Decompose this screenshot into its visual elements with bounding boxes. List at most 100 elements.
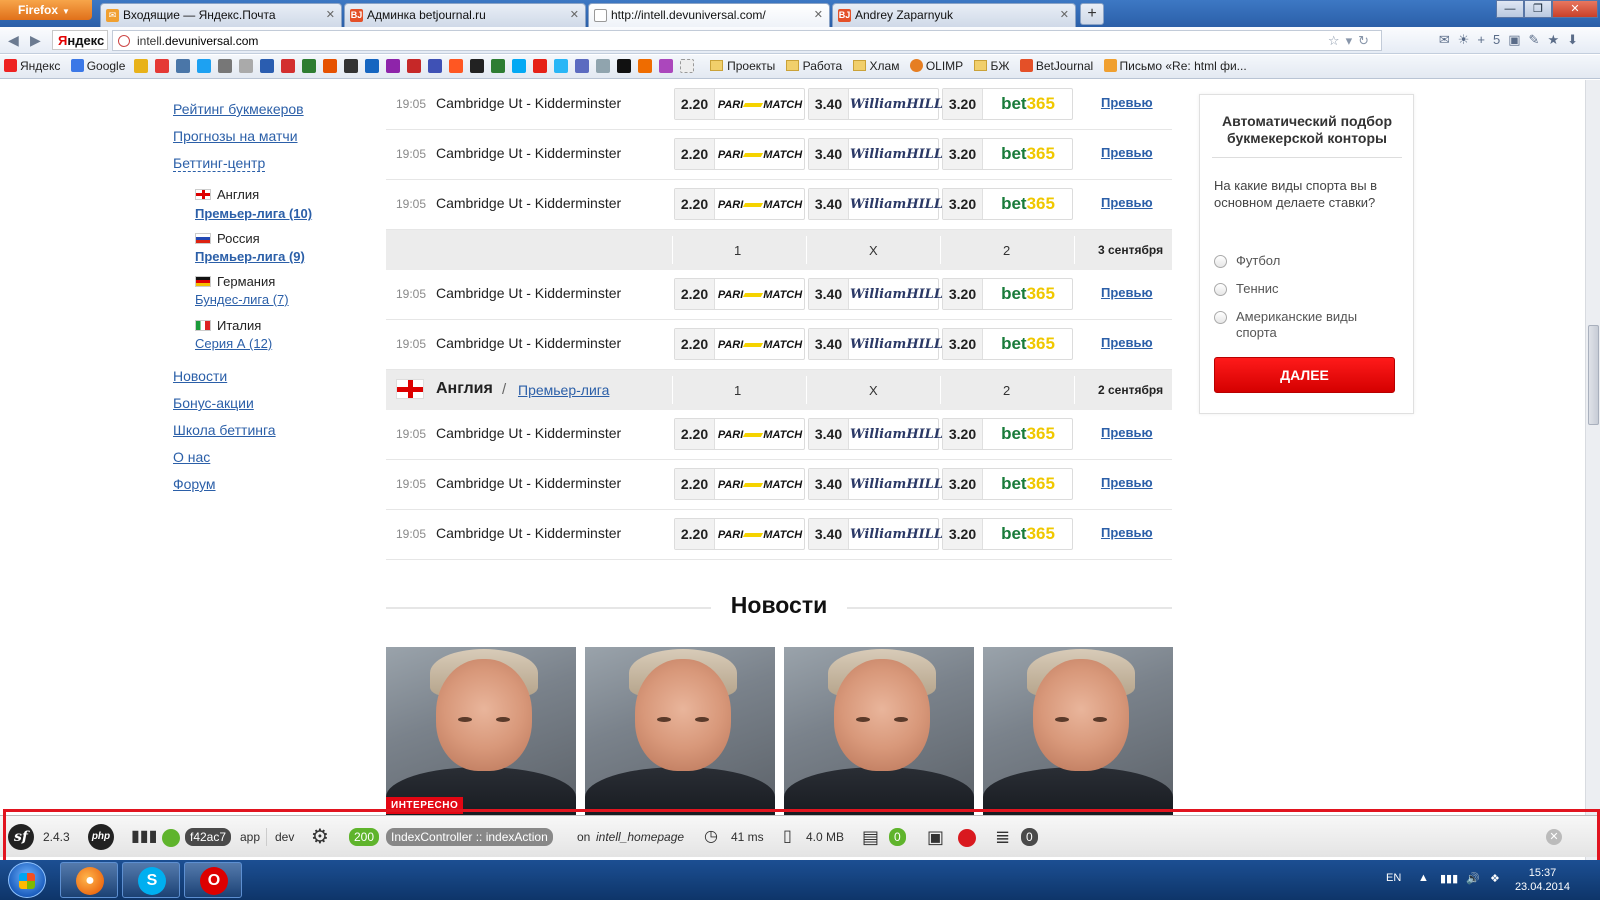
match-teams[interactable]: Cambridge Ut - Kidderminster [436,425,621,441]
vk-icon[interactable] [175,59,190,73]
window-close-button[interactable]: ✕ [1552,0,1598,18]
controller-badge[interactable]: IndexController :: indexAction [386,827,553,847]
preview-link[interactable]: Превью [1101,145,1153,160]
language-indicator[interactable]: EN [1386,872,1401,884]
bookmark-icon[interactable] [448,59,463,73]
match-teams[interactable]: Cambridge Ut - Kidderminster [436,285,621,301]
match-teams[interactable]: Cambridge Ut - Kidderminster [436,95,621,111]
bookmark-icon[interactable] [637,59,652,73]
config-icon[interactable]: ▮▮▮ [131,827,157,847]
taskbar-firefox[interactable]: ● [60,862,118,898]
gear-icon[interactable]: ⚙ [311,827,329,847]
page-scrollbar[interactable] [1585,80,1600,860]
nav-bonus[interactable]: Бонус-акции [173,395,254,411]
nav-bookmaker-rating[interactable]: Рейтинг букмекеров [173,101,304,117]
odds-button[interactable]: 3.40 WilliamHILL [808,188,943,220]
live-icon[interactable] [280,59,295,73]
nav-forum[interactable]: Форум [173,476,216,492]
bookmark-icon[interactable] [469,59,484,73]
odds-button[interactable]: 3.20 bet365 [942,188,1073,220]
mail-icon[interactable]: ✉ [1439,32,1458,47]
bookmark-folder-projects[interactable]: Проекты [710,59,775,73]
match-teams[interactable]: Cambridge Ut - Kidderminster [436,525,621,541]
reload-icon[interactable]: ↻ [1358,33,1375,48]
odds-button[interactable]: 2.20 PARI MATCH [674,328,805,360]
timer-icon[interactable]: ◷ [704,827,718,847]
download-icon[interactable]: ⬇ [1567,32,1586,47]
tab-mail[interactable]: ✉ Входящие — Яндекс.Почта ✕ [100,3,342,27]
close-icon[interactable]: ✕ [1060,8,1069,21]
odds-button[interactable]: 2.20 PARI MATCH [674,88,805,120]
odds-button[interactable]: 2.20 PARI MATCH [674,188,805,220]
odds-button[interactable]: 3.20 bet365 [942,418,1073,450]
bookmark-betjournal[interactable]: BetJournal [1019,59,1093,73]
odds-button[interactable]: 3.20 bet365 [942,278,1073,310]
dropdown-icon[interactable]: ▾ [1346,33,1359,48]
logs-icon[interactable]: ▤ [862,827,879,847]
forward-icon[interactable]: ▶ [30,32,41,49]
odds-button[interactable]: 2.20 PARI MATCH [674,138,805,170]
odds-button[interactable]: 2.20 PARI MATCH [674,278,805,310]
news-card-image[interactable] [784,647,974,815]
symfony-logo-icon[interactable]: sf [8,824,34,850]
news-card-image[interactable] [983,647,1173,815]
bookmark-icon[interactable] [511,59,526,73]
bookmark-icon[interactable] [154,59,169,73]
league-link-germany[interactable]: Бундес-лига (7) [195,292,289,307]
bookmark-icon[interactable] [427,59,442,73]
status-code-badge[interactable]: 200 [349,827,380,847]
league-link-russia[interactable]: Премьер-лига (9) [195,249,305,264]
star-icon[interactable]: ☆ [1328,33,1346,48]
bookmark-icon[interactable] [364,59,379,73]
odds-button[interactable]: 3.40 WilliamHILL [808,88,943,120]
firefox-menu-button[interactable]: Firefox ▼ [0,0,92,20]
minimize-button[interactable]: — [1496,0,1524,18]
bookmark-folder-work[interactable]: Работа [785,59,842,73]
tab-zaparnyuk[interactable]: BJ Andrey Zaparnyuk ✕ [832,3,1076,27]
bookmark-yandex[interactable]: Яндекс [4,59,60,73]
close-icon[interactable]: ✕ [326,8,335,21]
security-icon[interactable]: ▣ [927,827,944,847]
nav-school[interactable]: Школа беттинга [173,422,276,438]
bookmark-folder-bzh[interactable]: БЖ [973,59,1009,73]
bookmark-icon[interactable] [217,59,232,73]
league-link-italy[interactable]: Серия А (12) [195,336,272,351]
odds-button[interactable]: 3.20 bet365 [942,88,1073,120]
bookmark-icon[interactable] [238,59,253,73]
token-badge[interactable]: f42ac7 [185,827,232,847]
odds-button[interactable]: 3.40 WilliamHILL [808,278,943,310]
news-card-image[interactable]: ИНТЕРЕСНО [386,647,576,815]
symfony-version[interactable]: 2.4.3 [43,827,70,847]
preview-link[interactable]: Превью [1101,335,1153,350]
bookmark-icon[interactable] [301,59,316,73]
database-icon[interactable]: ≣ [995,827,1010,847]
url-bar[interactable]: intell.devuniversal.com ☆▾↻ [112,30,1382,51]
match-teams[interactable]: Cambridge Ut - Kidderminster [436,335,621,351]
header-league-link[interactable]: Премьер-лига [518,382,609,398]
close-icon[interactable]: ✕ [814,8,823,21]
odds-button[interactable]: 3.20 bet365 [942,328,1073,360]
tab-admin[interactable]: BJ Админка betjournal.ru ✕ [344,3,586,27]
preview-link[interactable]: Превью [1101,95,1153,110]
logs-count-badge[interactable]: 0 [889,827,906,847]
clock[interactable]: 15:37 23.04.2014 [1515,866,1570,894]
preview-link[interactable]: Превью [1101,195,1153,210]
taskbar-opera[interactable]: O [184,862,242,898]
nav-forecasts[interactable]: Прогнозы на матчи [173,128,298,144]
odds-button[interactable]: 3.40 WilliamHILL [808,328,943,360]
start-button[interactable] [8,862,46,898]
memory-icon[interactable]: ▯ [783,827,792,847]
odds-button[interactable]: 3.40 WilliamHILL [808,518,943,550]
php-logo-icon[interactable]: php [88,824,114,850]
bookmark-icon[interactable] [322,59,337,73]
maximize-button[interactable]: ❐ [1524,0,1552,18]
odds-button[interactable]: 3.20 bet365 [942,468,1073,500]
volume-icon[interactable]: 🔊 [1466,872,1480,885]
odds-button[interactable]: 2.20 PARI MATCH [674,468,805,500]
weather-icon[interactable]: ☀ [1458,32,1478,47]
pen-icon[interactable]: ✎ [1529,32,1548,47]
match-teams[interactable]: Cambridge Ut - Kidderminster [436,195,621,211]
radio-label-football[interactable]: Футбол [1236,253,1396,269]
odds-button[interactable]: 3.40 WilliamHILL [808,418,943,450]
bookmark-letter[interactable]: Письмо «Re: html фи... [1103,59,1247,73]
